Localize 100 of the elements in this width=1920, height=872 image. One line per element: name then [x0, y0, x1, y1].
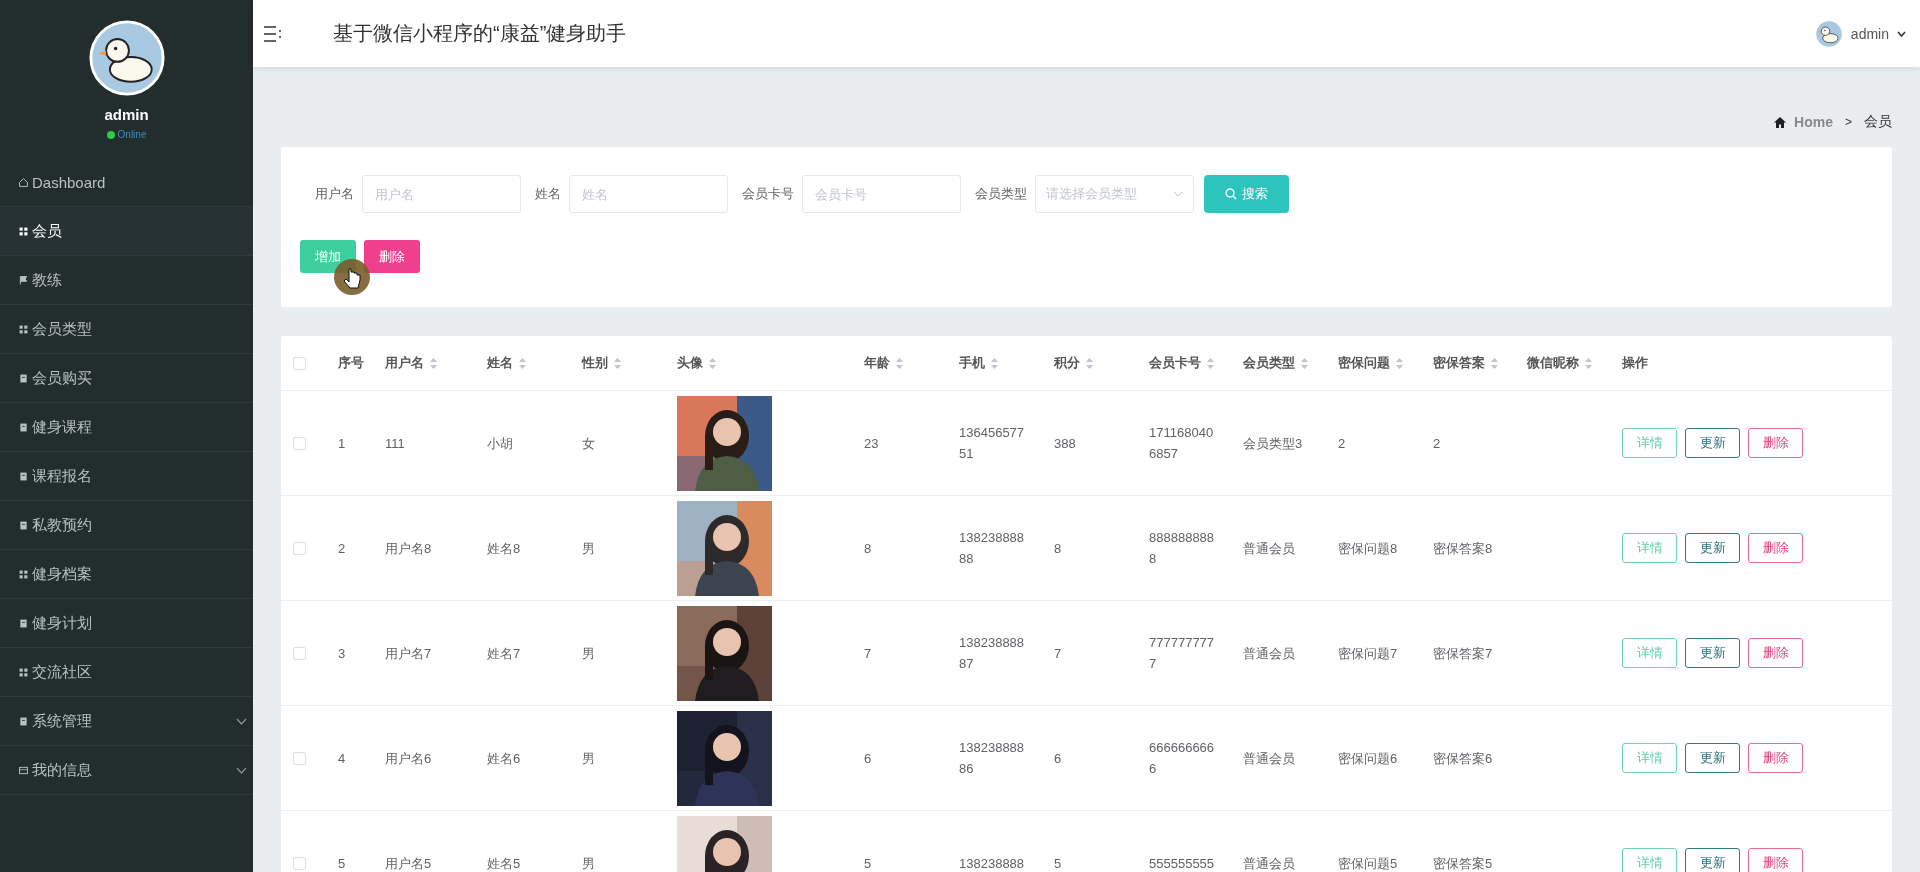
input-field[interactable]: 姓名: [569, 175, 728, 213]
column-header[interactable]: 性别: [582, 354, 608, 372]
field-label: 姓名: [535, 185, 561, 203]
table-cell-text: 姓名7: [487, 644, 521, 663]
sort-icon[interactable]: [430, 357, 437, 369]
table-cell-text: 1: [338, 434, 346, 453]
sort-icon[interactable]: [1396, 357, 1403, 369]
sort-icon[interactable]: [896, 357, 903, 369]
menu-item-icon: [18, 568, 29, 580]
user-menu[interactable]: admin: [1850, 25, 1889, 42]
table-cell-text: 小胡: [487, 434, 513, 453]
update-button[interactable]: 更新: [1685, 638, 1740, 668]
breadcrumb-current: 会员: [1864, 113, 1892, 131]
home-icon: [1774, 116, 1787, 128]
column-header[interactable]: 微信昵称: [1527, 354, 1579, 372]
table-cell-text: 7777777777: [1149, 634, 1216, 673]
status-text: Online: [117, 129, 147, 140]
table-cell-text: 普通会员: [1243, 749, 1295, 768]
checkbox[interactable]: [293, 751, 306, 765]
breadcrumb-separator: >: [1845, 115, 1852, 129]
menu-icon[interactable]: [263, 24, 283, 43]
table-cell-text: 普通会员: [1243, 644, 1295, 663]
sort-icon[interactable]: [991, 357, 998, 369]
chevron-icon: [236, 717, 247, 725]
sort-icon[interactable]: [1301, 357, 1308, 369]
avatar-icon: [88, 20, 165, 96]
table-cell-text: 男: [582, 854, 595, 872]
update-button[interactable]: 更新: [1685, 848, 1740, 872]
table-cell-text: 密保问题8: [1338, 539, 1398, 558]
table-cell-text: 6: [864, 749, 872, 768]
sort-icon[interactable]: [1491, 357, 1498, 369]
table-cell-text: 138238888: [959, 854, 1025, 872]
delete-button[interactable]: 删除: [1748, 743, 1803, 773]
column-header[interactable]: 积分: [1054, 354, 1080, 372]
column-header[interactable]: 手机: [959, 354, 985, 372]
sort-icon[interactable]: [709, 357, 716, 369]
table-cell-text: 密保问题6: [1338, 749, 1398, 768]
table-cell-text: 13645657751: [959, 424, 1026, 463]
delete-button[interactable]: 删除: [364, 240, 420, 273]
delete-button[interactable]: 删除: [1748, 848, 1803, 872]
chevron-icon[interactable]: [1897, 30, 1906, 37]
menu-item-icon: [18, 372, 29, 384]
delete-button[interactable]: 删除: [1748, 428, 1803, 458]
checkbox[interactable]: [293, 541, 306, 555]
table-cell-text: 姓名5: [487, 854, 521, 872]
table-cell-text: 7: [1054, 644, 1062, 663]
avatar-icon: [1814, 19, 1843, 48]
checkbox[interactable]: [293, 856, 306, 870]
update-button[interactable]: 更新: [1685, 428, 1740, 458]
table-cell-text: 密保答案7: [1433, 644, 1493, 663]
chevron-icon: [236, 766, 247, 774]
sort-icon[interactable]: [1086, 357, 1093, 369]
column-header[interactable]: 密保问题: [1338, 354, 1390, 372]
table-cell-text: 用户名7: [385, 644, 432, 663]
update-button[interactable]: 更新: [1685, 533, 1740, 563]
table-cell-text: 普通会员: [1243, 854, 1295, 872]
menu-item-icon: [18, 274, 29, 286]
table-cell-text: 姓名6: [487, 749, 521, 768]
column-header[interactable]: 用户名: [385, 354, 424, 372]
chevron-icon: [1173, 191, 1183, 197]
column-header[interactable]: 年龄: [864, 354, 890, 372]
menu-item-icon: [18, 764, 29, 776]
update-button[interactable]: 更新: [1685, 743, 1740, 773]
menu-item-icon: [18, 715, 29, 727]
delete-button[interactable]: 删除: [1748, 533, 1803, 563]
menu-item-icon: [18, 470, 29, 482]
table-cell-text: 2: [1338, 434, 1346, 453]
table-cell-text: 用户名5: [385, 854, 432, 872]
sort-icon[interactable]: [519, 357, 526, 369]
table-cell-text: 23: [864, 434, 879, 453]
field-label: 会员类型: [975, 185, 1027, 203]
column-header[interactable]: 姓名: [487, 354, 513, 372]
input-field[interactable]: 用户名: [362, 175, 521, 213]
table-cell-text: 2: [1433, 434, 1441, 453]
table-cell-text: 男: [582, 749, 595, 768]
menu-item[interactable]: 会员: [0, 207, 253, 256]
checkbox[interactable]: [293, 436, 306, 450]
sort-icon[interactable]: [1585, 357, 1592, 369]
table-cell-text: 8888888888: [1149, 529, 1216, 568]
column-header[interactable]: 密保答案: [1433, 354, 1485, 372]
table-cell-text: 用户名6: [385, 749, 432, 768]
table-cell-text: 普通会员: [1243, 539, 1295, 558]
delete-button[interactable]: 删除: [1748, 638, 1803, 668]
table-cell-text: 6666666666: [1149, 739, 1216, 778]
input-field[interactable]: 会员卡号: [802, 175, 961, 213]
table-cell-text: 密保问题7: [1338, 644, 1398, 663]
sort-icon[interactable]: [1207, 357, 1214, 369]
table-cell-text: 6: [1054, 749, 1062, 768]
table-cell-text: 1711680406857: [1149, 424, 1215, 463]
menu-item-icon: [18, 666, 29, 678]
table-cell-text: 密保答案6: [1433, 749, 1493, 768]
column-header[interactable]: 会员类型: [1243, 354, 1295, 372]
checkbox[interactable]: [293, 356, 306, 370]
column-header[interactable]: 头像: [677, 354, 703, 372]
table-cell-text: 5: [1054, 854, 1062, 872]
table-cell-text: 13823888888: [959, 529, 1026, 568]
table-cell-text: 女: [582, 434, 595, 453]
checkbox[interactable]: [293, 646, 306, 660]
column-header[interactable]: 会员卡号: [1149, 354, 1201, 372]
sort-icon[interactable]: [614, 357, 621, 369]
